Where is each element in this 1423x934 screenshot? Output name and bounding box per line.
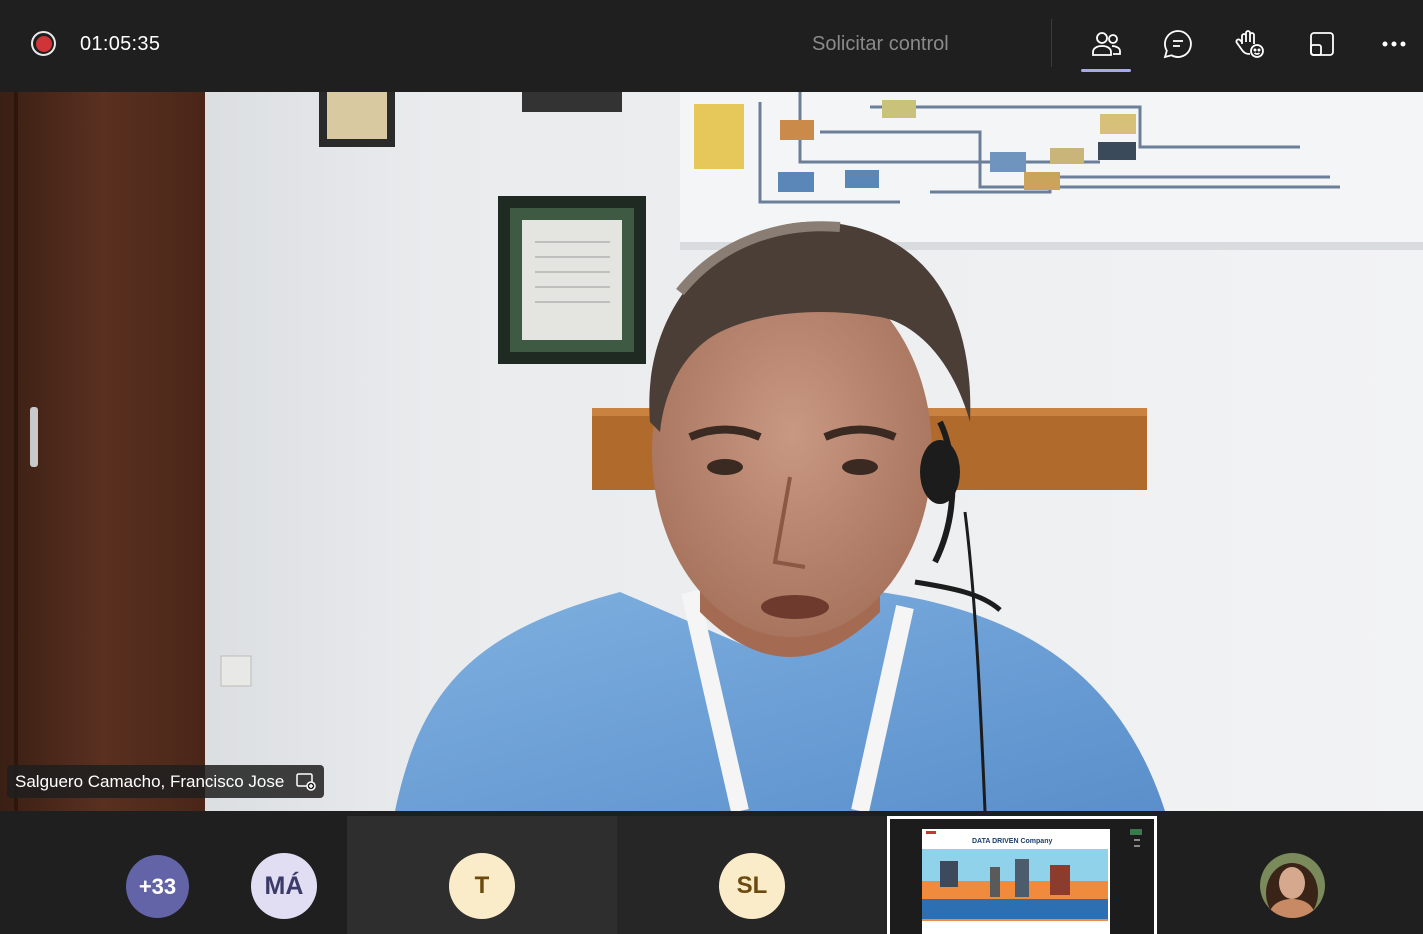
chat-button[interactable]: [1155, 22, 1201, 66]
chat-icon: [1163, 30, 1192, 59]
active-tab-indicator: [1081, 69, 1131, 72]
participant-avatar: T: [449, 853, 515, 919]
request-control-button[interactable]: Solicitar control: [812, 33, 949, 56]
shared-content-tile[interactable]: DATA DRIVEN Company: [887, 816, 1157, 934]
video-frame: [0, 92, 1423, 811]
view-icon: [1310, 32, 1334, 56]
slide-title: DATA DRIVEN Company: [972, 838, 1052, 845]
participant-avatar[interactable]: MÁ: [251, 853, 317, 919]
raise-hand-icon: [1235, 30, 1264, 58]
screen-share-icon: [296, 772, 317, 791]
more-button[interactable]: [1371, 22, 1417, 66]
more-icon: [1382, 41, 1406, 47]
participant-photo-avatar[interactable]: [1260, 853, 1325, 918]
meeting-toolbar: 01:05:35 Solicitar control: [0, 0, 1423, 92]
overflow-participants-button[interactable]: +33: [126, 855, 189, 918]
participant-tile[interactable]: SL: [617, 816, 887, 934]
recording-indicator-icon: [31, 31, 56, 56]
main-video-feed[interactable]: Salguero Camacho, Francisco Jose: [0, 92, 1423, 811]
meeting-timer: 01:05:35: [80, 33, 161, 55]
shared-slide-thumbnail: DATA DRIVEN Company: [890, 819, 1154, 934]
participants-strip: +33 MÁ T SL DATA DRIVEN Company: [0, 811, 1423, 934]
people-button[interactable]: [1083, 22, 1129, 66]
participant-avatar: SL: [719, 853, 785, 919]
react-button[interactable]: [1227, 22, 1273, 66]
participant-name-label: Salguero Camacho, Francisco Jose: [15, 771, 285, 791]
view-button[interactable]: [1299, 22, 1345, 66]
people-icon: [1092, 32, 1121, 56]
participant-name-tag: Salguero Camacho, Francisco Jose: [7, 765, 325, 798]
toolbar-divider: [1051, 19, 1052, 67]
participant-tile[interactable]: T: [347, 816, 617, 934]
avatar: [1260, 853, 1325, 918]
